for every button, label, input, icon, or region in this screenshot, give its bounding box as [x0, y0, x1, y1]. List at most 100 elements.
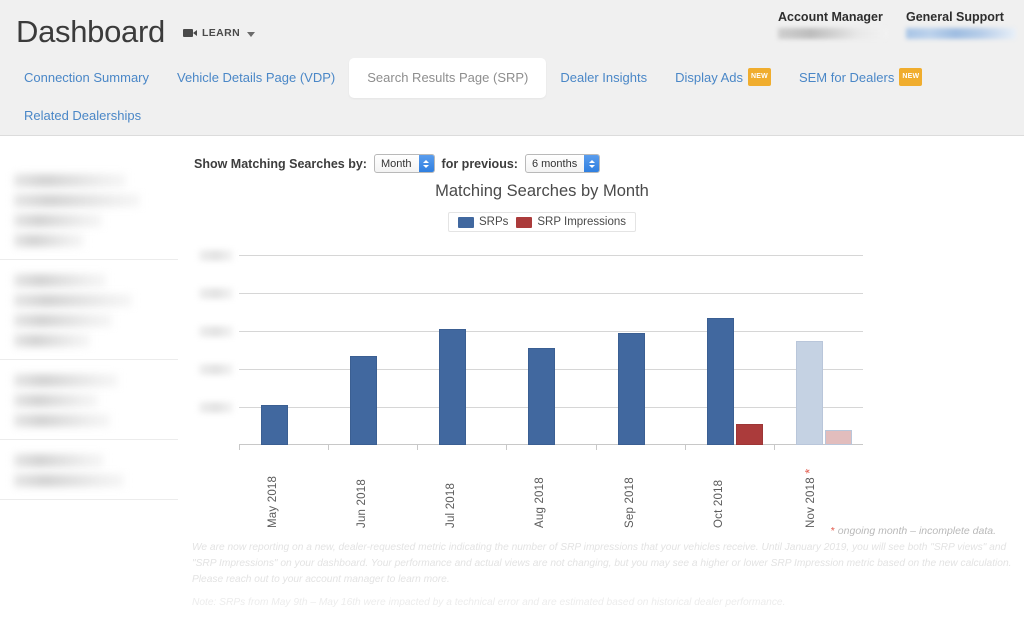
bar-srp-impressions[interactable]	[824, 429, 852, 445]
bar-srps[interactable]	[350, 355, 378, 445]
bar-group	[773, 255, 863, 450]
legend-swatch	[516, 216, 533, 228]
chart-title: Matching Searches by Month	[435, 182, 649, 200]
page-title: Dashboard	[16, 14, 165, 49]
technical-error-note: Note: SRPs from May 9th – May 16th were …	[192, 597, 786, 608]
tab-connection-summary[interactable]: Connection Summary	[10, 60, 163, 96]
chart-x-labels: May 2018 Jun 2018 Jul 2018 Aug 2018 Sep 2018…	[239, 450, 863, 530]
x-label-cell: Jul 2018	[417, 450, 506, 530]
metric-disclaimer: We are now reporting on a new, dealer-re…	[192, 542, 1012, 585]
account-manager-block: Account Manager	[778, 10, 888, 39]
tab-search-results-page[interactable]: Search Results Page (SRP)	[349, 58, 547, 98]
chart-bars	[239, 255, 863, 450]
legend-label: SRPs	[478, 216, 509, 228]
bar-srps[interactable]	[528, 348, 556, 445]
group-by-select[interactable]: Month	[373, 154, 435, 173]
video-camera-icon	[182, 28, 198, 38]
account-manager-title: Account Manager	[778, 10, 883, 24]
learn-button-label: LEARN	[201, 27, 241, 39]
x-axis-label: Jul 2018	[445, 482, 458, 528]
learn-button[interactable]: LEARN	[182, 27, 256, 39]
new-badge: NEW	[899, 68, 923, 86]
chart-legend: SRPs SRP Impressions	[192, 212, 892, 232]
sidebar-divider	[0, 259, 178, 260]
tab-dealer-insights[interactable]: Dealer Insights	[546, 60, 661, 96]
body-area: Show Matching Searches by: Month for pre…	[0, 136, 1024, 625]
sidebar-redacted-line	[14, 474, 124, 487]
sidebar-divider	[0, 499, 178, 500]
tab-label: Vehicle Details Page (VDP)	[177, 70, 336, 85]
sidebar-block	[0, 454, 192, 487]
x-label-cell: Sep 2018	[596, 450, 685, 530]
y-tick-label-redacted	[199, 326, 233, 337]
x-axis-label: Sep 2018	[623, 477, 636, 528]
tab-related-dealerships[interactable]: Related Dealerships	[10, 98, 155, 134]
sidebar-redacted-line	[14, 394, 98, 407]
y-tick-label-redacted	[199, 250, 233, 261]
sidebar-redacted-line	[14, 274, 106, 287]
general-support-value-redacted	[906, 28, 1016, 39]
bar-srps[interactable]	[261, 405, 288, 445]
bar-group	[328, 255, 417, 450]
legend-label: SRP Impressions	[537, 216, 627, 228]
sidebar-block	[0, 274, 192, 347]
x-axis-label: Aug 2018	[534, 477, 547, 528]
sidebar-redacted-line	[14, 234, 84, 247]
tab-label: Search Results Page (SRP)	[367, 70, 529, 85]
chevron-down-icon	[247, 31, 256, 37]
incomplete-data-footnote: * ongoing month – incomplete data.	[831, 525, 996, 537]
bar-srps[interactable]	[617, 332, 645, 445]
contact-info: Account Manager General Support	[778, 10, 1016, 39]
asterisk-icon: *	[830, 525, 835, 537]
sidebar-block	[0, 174, 192, 247]
tab-display-ads[interactable]: Display Ads NEW	[661, 59, 785, 97]
bar-group	[239, 255, 328, 450]
sidebar-redacted-line	[14, 294, 132, 307]
sidebar-redacted-line	[14, 194, 140, 207]
sidebar-redacted-line	[14, 334, 90, 347]
general-support-title: General Support	[906, 10, 1004, 24]
tab-vehicle-details-page[interactable]: Vehicle Details Page (VDP)	[163, 60, 349, 96]
tab-label: Related Dealerships	[24, 108, 142, 123]
main-nav: Connection Summary Vehicle Details Page …	[10, 58, 1010, 134]
page-header: Dashboard LEARN Account Manager General …	[0, 0, 1024, 136]
x-axis-label: Nov 2018 *	[801, 468, 817, 529]
bar-srps[interactable]	[795, 340, 823, 445]
bar-group	[684, 255, 774, 450]
group-by-value: Month	[380, 157, 412, 170]
period-value: 6 months	[531, 157, 578, 170]
incomplete-data-text: ongoing month – incomplete data.	[837, 525, 996, 537]
tab-label: Display Ads	[675, 70, 744, 85]
chart-plot-area	[199, 250, 863, 450]
sidebar	[0, 136, 192, 625]
account-manager-value-redacted	[778, 28, 888, 39]
chart-controls: Show Matching Searches by: Month for pre…	[194, 154, 601, 173]
x-label-cell: Nov 2018 *	[774, 450, 863, 530]
new-badge: NEW	[748, 68, 771, 86]
bar-srps[interactable]	[706, 317, 734, 445]
sidebar-divider	[0, 439, 178, 440]
period-select[interactable]: 6 months	[524, 154, 601, 173]
sidebar-redacted-line	[14, 374, 118, 387]
legend-item-srps[interactable]: SRPs	[457, 216, 509, 228]
bar-srp-impressions[interactable]	[735, 424, 763, 445]
asterisk-icon: *	[801, 468, 817, 474]
sidebar-redacted-line	[14, 454, 104, 467]
show-by-label: Show Matching Searches by:	[194, 156, 367, 171]
sidebar-redacted-line	[14, 414, 110, 427]
tab-label: Connection Summary	[24, 70, 149, 85]
legend-item-srp-impressions[interactable]: SRP Impressions	[516, 216, 626, 228]
select-stepper-icon	[584, 155, 600, 172]
for-previous-label: for previous:	[441, 156, 518, 171]
sidebar-redacted-line	[14, 314, 112, 327]
x-axis-label: Jun 2018	[356, 479, 369, 528]
legend-box: SRPs SRP Impressions	[447, 212, 637, 232]
sidebar-redacted-line	[14, 214, 102, 227]
tab-label: SEM for Dealers	[798, 70, 895, 85]
bar-srps[interactable]	[439, 329, 467, 445]
y-tick-label-redacted	[199, 364, 233, 375]
y-tick-label-redacted	[199, 288, 233, 299]
x-label-cell: Jun 2018	[328, 450, 417, 530]
tab-sem-for-dealers[interactable]: SEM for Dealers NEW	[785, 59, 936, 97]
select-stepper-icon	[418, 155, 434, 172]
